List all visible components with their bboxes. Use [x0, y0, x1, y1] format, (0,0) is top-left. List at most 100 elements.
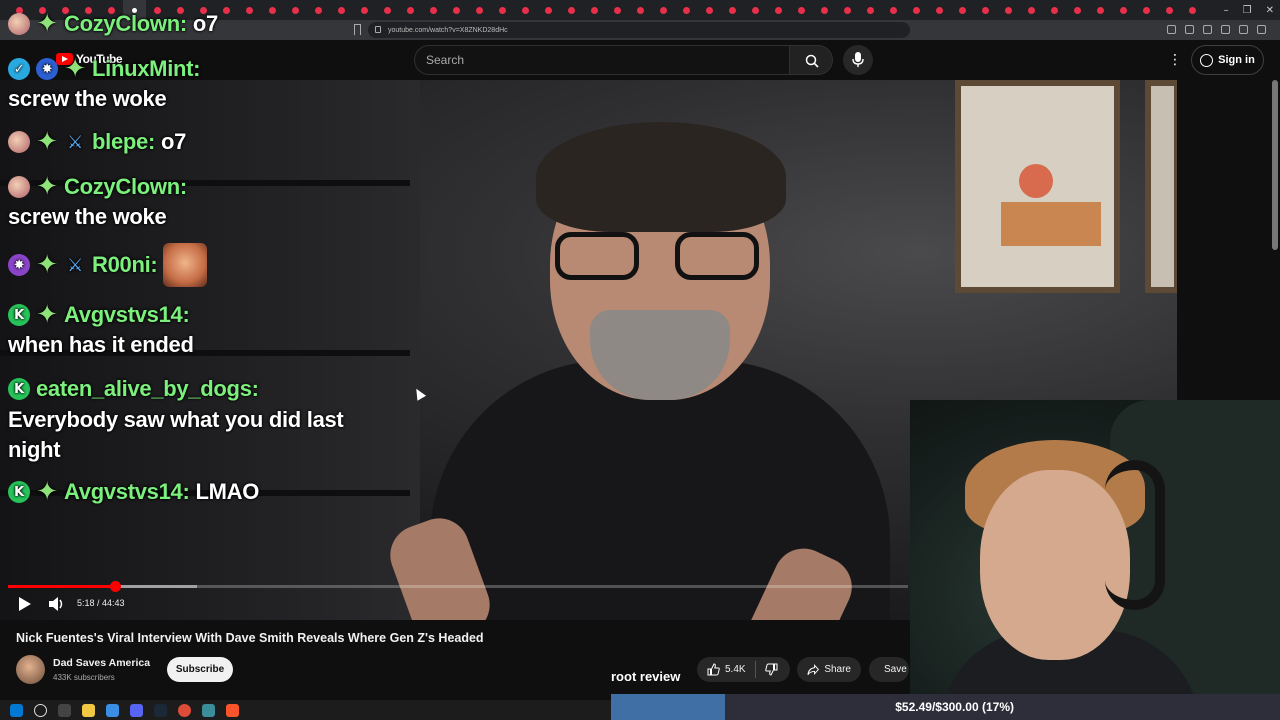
- tab-favicon-icon: [453, 6, 460, 14]
- chat-message: K eaten_alive_by_dogs: Everybody saw wha…: [8, 376, 344, 463]
- chat-emote: [163, 243, 208, 287]
- browser-tab[interactable]: [606, 0, 629, 20]
- chat-message: ✦ CozyClown: o7: [8, 9, 218, 39]
- save-label: Save: [884, 664, 907, 675]
- tab-favicon-icon: [844, 6, 851, 14]
- subscribe-button[interactable]: Subscribe: [167, 657, 233, 682]
- app-icon[interactable]: [202, 703, 215, 717]
- browser-tab[interactable]: [675, 0, 698, 20]
- browser-tab[interactable]: [468, 0, 491, 20]
- address-bar[interactable]: youtube.com/watch?v=X8ZNKD28dHc: [368, 22, 910, 38]
- browser-tab[interactable]: [1020, 0, 1043, 20]
- microphone-icon: [852, 52, 864, 67]
- chrome-icon[interactable]: [178, 703, 191, 717]
- extension-icon[interactable]: [1203, 25, 1212, 34]
- task-view-icon[interactable]: [58, 703, 71, 717]
- browser-tab[interactable]: [813, 0, 836, 20]
- extension-icon[interactable]: [1257, 25, 1266, 34]
- play-icon[interactable]: [16, 596, 34, 612]
- user-avatar-badge: [8, 176, 30, 198]
- channel-name[interactable]: Dad Saves America: [53, 657, 150, 669]
- chat-message: ✦ ⚔ blepe: o7: [8, 127, 186, 157]
- browser-tab[interactable]: [997, 0, 1020, 20]
- tab-favicon-icon: [683, 6, 690, 14]
- minimize-button[interactable]: –: [1224, 5, 1229, 16]
- browser-tab[interactable]: [1089, 0, 1112, 20]
- tab-favicon-icon: [1051, 6, 1058, 14]
- browser-tab[interactable]: [445, 0, 468, 20]
- browser-tab[interactable]: [1135, 0, 1158, 20]
- search-taskbar-icon[interactable]: [34, 703, 47, 717]
- app-icon[interactable]: [106, 703, 119, 717]
- browser-tab[interactable]: [1112, 0, 1135, 20]
- start-icon[interactable]: [10, 703, 23, 717]
- brave-icon[interactable]: [226, 703, 239, 717]
- discord-icon[interactable]: [130, 703, 143, 717]
- volume-icon[interactable]: [48, 596, 66, 612]
- chat-message: ✦ CozyClown: screw the woke: [8, 172, 187, 230]
- video-title: Nick Fuentes's Viral Interview With Dave…: [16, 631, 484, 645]
- tab-favicon-icon: [706, 6, 713, 14]
- thumbs-down-icon[interactable]: [764, 663, 778, 676]
- browser-tab[interactable]: [1181, 0, 1204, 20]
- browser-tab[interactable]: [698, 0, 721, 20]
- browser-tab[interactable]: [721, 0, 744, 20]
- browser-tab[interactable]: [583, 0, 606, 20]
- browser-tab[interactable]: [514, 0, 537, 20]
- chat-text: screw the woke: [8, 86, 167, 111]
- streamer-webcam: [910, 400, 1280, 720]
- chat-username: Avgvstvs14:: [64, 479, 190, 504]
- video-speaker: [430, 120, 890, 620]
- browser-tab[interactable]: [422, 0, 445, 20]
- extension-icon[interactable]: [1239, 25, 1248, 34]
- browser-tab[interactable]: [1043, 0, 1066, 20]
- browser-tab[interactable]: [491, 0, 514, 20]
- time-display: 5:18 / 44:43: [77, 598, 125, 608]
- browser-tab[interactable]: [652, 0, 675, 20]
- browser-tab[interactable]: [744, 0, 767, 20]
- browser-tab[interactable]: [1066, 0, 1089, 20]
- save-button[interactable]: Save: [869, 657, 909, 682]
- browser-tab[interactable]: [951, 0, 974, 20]
- browser-tab[interactable]: [882, 0, 905, 20]
- browser-tab[interactable]: [905, 0, 928, 20]
- extension-icons: [1167, 25, 1266, 34]
- extension-icon[interactable]: [1221, 25, 1230, 34]
- browser-tab[interactable]: [560, 0, 583, 20]
- chat-message: K ✦ Avgvstvs14: LMAO: [8, 477, 260, 507]
- maximize-button[interactable]: ❐: [1243, 5, 1252, 16]
- tab-favicon-icon: [1005, 6, 1012, 14]
- page-scrollbar[interactable]: [1272, 80, 1278, 250]
- tab-favicon-icon: [890, 6, 897, 14]
- tab-favicon-icon: [1074, 6, 1081, 14]
- browser-tab[interactable]: [629, 0, 652, 20]
- tab-favicon-icon: [614, 6, 621, 14]
- thumbs-up-icon[interactable]: [707, 663, 720, 676]
- browser-tab[interactable]: [537, 0, 560, 20]
- browser-tab[interactable]: [767, 0, 790, 20]
- browser-tab[interactable]: [928, 0, 951, 20]
- share-button[interactable]: Share: [797, 657, 861, 682]
- like-count[interactable]: 5.4K: [725, 664, 746, 675]
- voice-search-button[interactable]: [843, 45, 873, 75]
- extension-icon[interactable]: [1185, 25, 1194, 34]
- browser-tab[interactable]: [1158, 0, 1181, 20]
- browser-tab[interactable]: [859, 0, 882, 20]
- channel-avatar[interactable]: [16, 655, 45, 684]
- search-input[interactable]: Search: [414, 45, 790, 75]
- share-icon: [807, 663, 819, 675]
- browser-tab[interactable]: [790, 0, 813, 20]
- steam-icon[interactable]: [154, 703, 167, 717]
- search-button[interactable]: [789, 45, 833, 75]
- browser-tab[interactable]: [836, 0, 859, 20]
- chat-text: LMAO: [195, 479, 260, 504]
- sign-in-button[interactable]: Sign in: [1191, 45, 1264, 75]
- video-progress-bar[interactable]: [8, 581, 908, 592]
- file-explorer-icon[interactable]: [82, 703, 95, 717]
- browser-tab[interactable]: [974, 0, 997, 20]
- plus-badge-icon: ✦: [36, 172, 58, 202]
- purple-badge-icon: ✸: [8, 254, 30, 276]
- more-options-icon[interactable]: ⋮: [1168, 52, 1182, 68]
- extension-icon[interactable]: [1167, 25, 1176, 34]
- close-button[interactable]: ✕: [1266, 5, 1274, 16]
